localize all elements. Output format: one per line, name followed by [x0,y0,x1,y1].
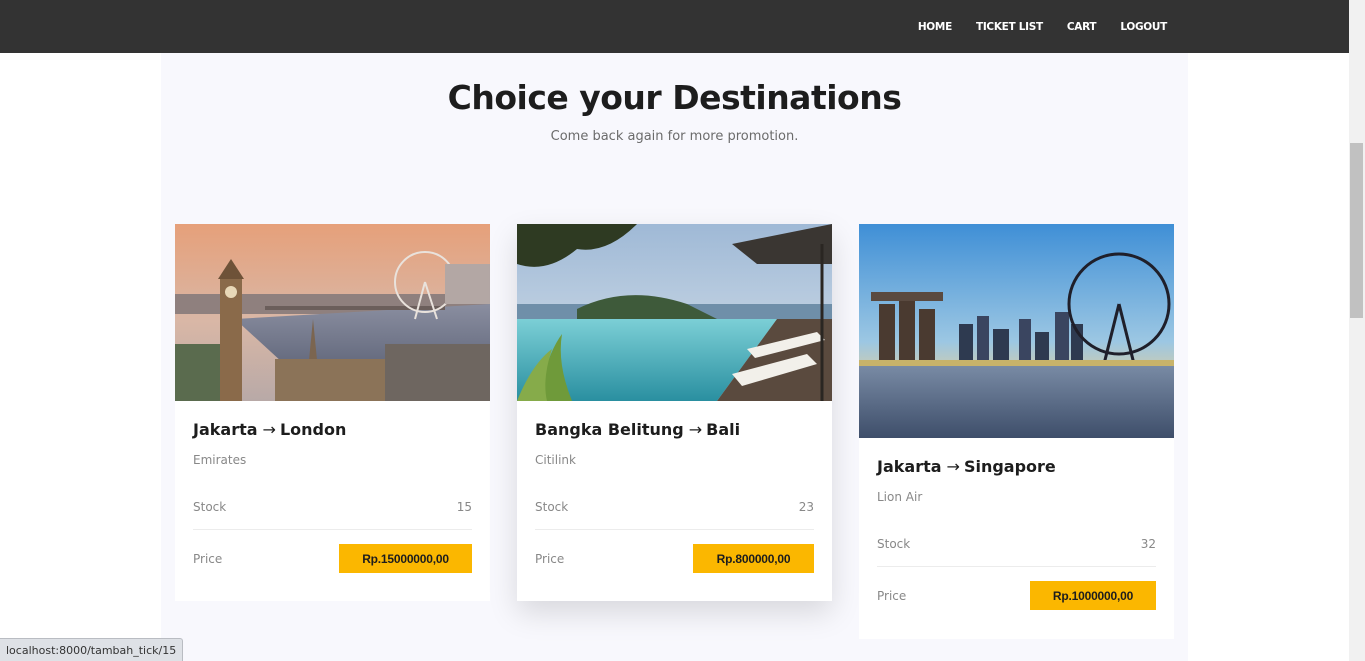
route-origin: Jakarta [193,419,258,439]
page-scrollbar[interactable] [1349,0,1365,661]
route-destination: Bali [706,419,741,439]
route-origin: Bangka Belitung [535,419,684,439]
stock-value: 23 [798,500,814,514]
route-title: Jakarta → Singapore [877,454,1156,478]
scrollbar-thumb[interactable] [1350,143,1363,318]
airline-name: Emirates [193,453,247,467]
browser-status-url: localhost:8000/tambah_tick/15 [0,638,184,661]
card-body: Jakarta → London Emirates Stock 15 Price… [175,401,490,603]
price-button[interactable]: Rp.800000,00 [693,544,814,573]
price-row: Price Rp.15000000,00 [193,544,472,603]
nav-ticket-list-link[interactable]: TICKET LIST [976,21,1043,33]
stock-label: Stock [535,500,569,514]
airline-name: Lion Air [877,490,923,504]
price-row: Price Rp.800000,00 [535,544,814,603]
page-title: Choice your Destinations [447,78,902,117]
stock-value: 15 [456,500,472,514]
route-title: Bangka Belitung → Bali [535,417,814,441]
destination-card: Jakarta → Singapore Lion Air Stock 32 Pr… [859,224,1174,639]
stock-row: Stock 15 [193,500,472,530]
card-body: Bangka Belitung → Bali Citilink Stock 23… [517,401,832,603]
stock-label: Stock [193,500,227,514]
page-subtitle: Come back again for more promotion. [550,129,799,144]
route-origin: Jakarta [877,456,942,476]
arrow-right-icon: → [946,456,960,476]
top-navbar: HOME TICKET LIST CART LOGOUT [0,0,1349,53]
nav-home-link[interactable]: HOME [918,21,952,33]
route-destination: Singapore [963,456,1056,476]
route-title: Jakarta → London [193,417,472,441]
card-body: Jakarta → Singapore Lion Air Stock 32 Pr… [859,438,1174,640]
destination-card: Jakarta → London Emirates Stock 15 Price… [175,224,490,601]
price-row: Price Rp.1000000,00 [877,581,1156,640]
price-button[interactable]: Rp.1000000,00 [1030,581,1156,610]
stock-label: Stock [877,537,911,551]
stock-value: 32 [1140,537,1156,551]
london-skyline-image [175,224,490,401]
price-button[interactable]: Rp.15000000,00 [339,544,472,573]
airline-name: Citilink [535,453,576,467]
destination-card: Bangka Belitung → Bali Citilink Stock 23… [517,224,832,601]
nav-cart-link[interactable]: CART [1067,21,1097,33]
price-label: Price [877,588,907,603]
nav-logout-link[interactable]: LOGOUT [1120,21,1167,33]
route-destination: London [279,419,347,439]
stock-row: Stock 23 [535,500,814,530]
nav-menu: HOME TICKET LIST CART LOGOUT [918,0,1167,53]
bali-pool-image [517,224,832,401]
stock-row: Stock 32 [877,537,1156,567]
arrow-right-icon: → [688,419,703,439]
arrow-right-icon: → [262,419,276,439]
singapore-skyline-image [859,224,1174,438]
price-label: Price [535,551,565,566]
price-label: Price [193,551,223,566]
